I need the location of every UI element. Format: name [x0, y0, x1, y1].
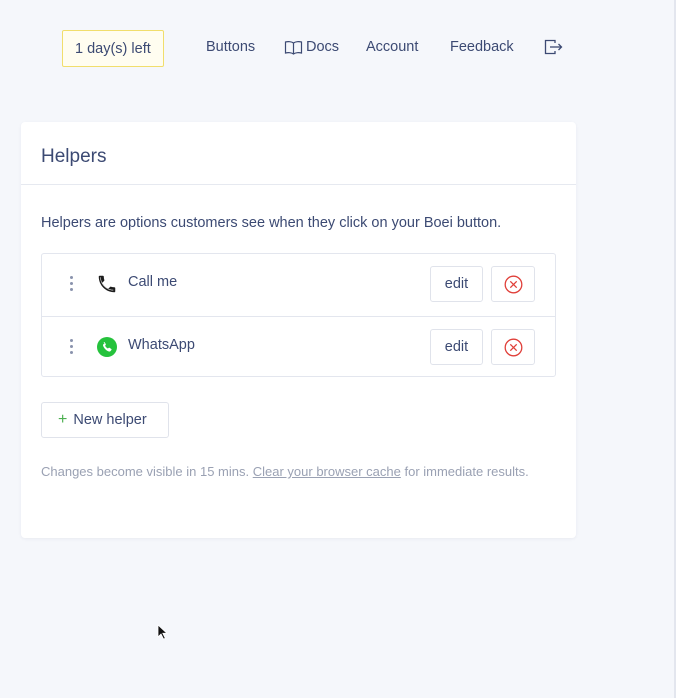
trial-badge[interactable]: 1 day(s) left	[62, 30, 164, 67]
clear-cache-link[interactable]: Clear your browser cache	[253, 464, 401, 479]
helper-row-whatsapp: WhatsApp edit	[42, 316, 555, 378]
cache-note: Changes become visible in 15 mins. Clear…	[41, 462, 556, 482]
nav-link-account[interactable]: Account	[366, 39, 418, 55]
nav-link-feedback[interactable]: Feedback	[450, 39, 514, 55]
card-title: Helpers	[21, 122, 576, 185]
edit-button[interactable]: edit	[430, 266, 483, 302]
drag-handle-icon[interactable]	[68, 276, 74, 294]
edit-button[interactable]: edit	[430, 329, 483, 365]
logout-icon	[544, 39, 563, 55]
new-helper-button[interactable]: + New helper	[41, 402, 169, 438]
logout-button[interactable]	[544, 39, 563, 55]
delete-button[interactable]	[491, 266, 535, 302]
close-circle-icon	[504, 338, 522, 356]
whatsapp-icon	[97, 337, 117, 357]
note-suffix: for immediate results.	[400, 464, 529, 479]
drag-handle-icon[interactable]	[68, 339, 74, 357]
new-helper-label: New helper	[73, 412, 147, 428]
helper-row-call-me: Call me edit	[42, 254, 555, 316]
nav-link-docs[interactable]: Docs	[284, 39, 339, 55]
plus-icon: +	[58, 411, 68, 428]
close-circle-icon	[504, 275, 522, 293]
page: 1 day(s) left Buttons Docs Account Feedb…	[0, 0, 676, 698]
nav-link-buttons[interactable]: Buttons	[206, 39, 255, 55]
mouse-cursor-icon	[157, 624, 169, 640]
helper-label: Call me	[128, 274, 178, 290]
delete-button[interactable]	[491, 329, 535, 365]
helper-list: Call me edit WhatsApp edit	[41, 253, 556, 377]
book-icon	[284, 40, 303, 55]
helpers-card: Helpers Helpers are options customers se…	[21, 122, 576, 538]
helper-label: WhatsApp	[128, 337, 195, 353]
nav-link-docs-label: Docs	[306, 39, 340, 55]
note-prefix: Changes become visible in 15 mins.	[41, 464, 253, 479]
phone-icon	[98, 275, 116, 293]
top-nav: 1 day(s) left Buttons Docs Account Feedb…	[62, 30, 563, 67]
card-description: Helpers are options customers see when t…	[41, 215, 502, 231]
